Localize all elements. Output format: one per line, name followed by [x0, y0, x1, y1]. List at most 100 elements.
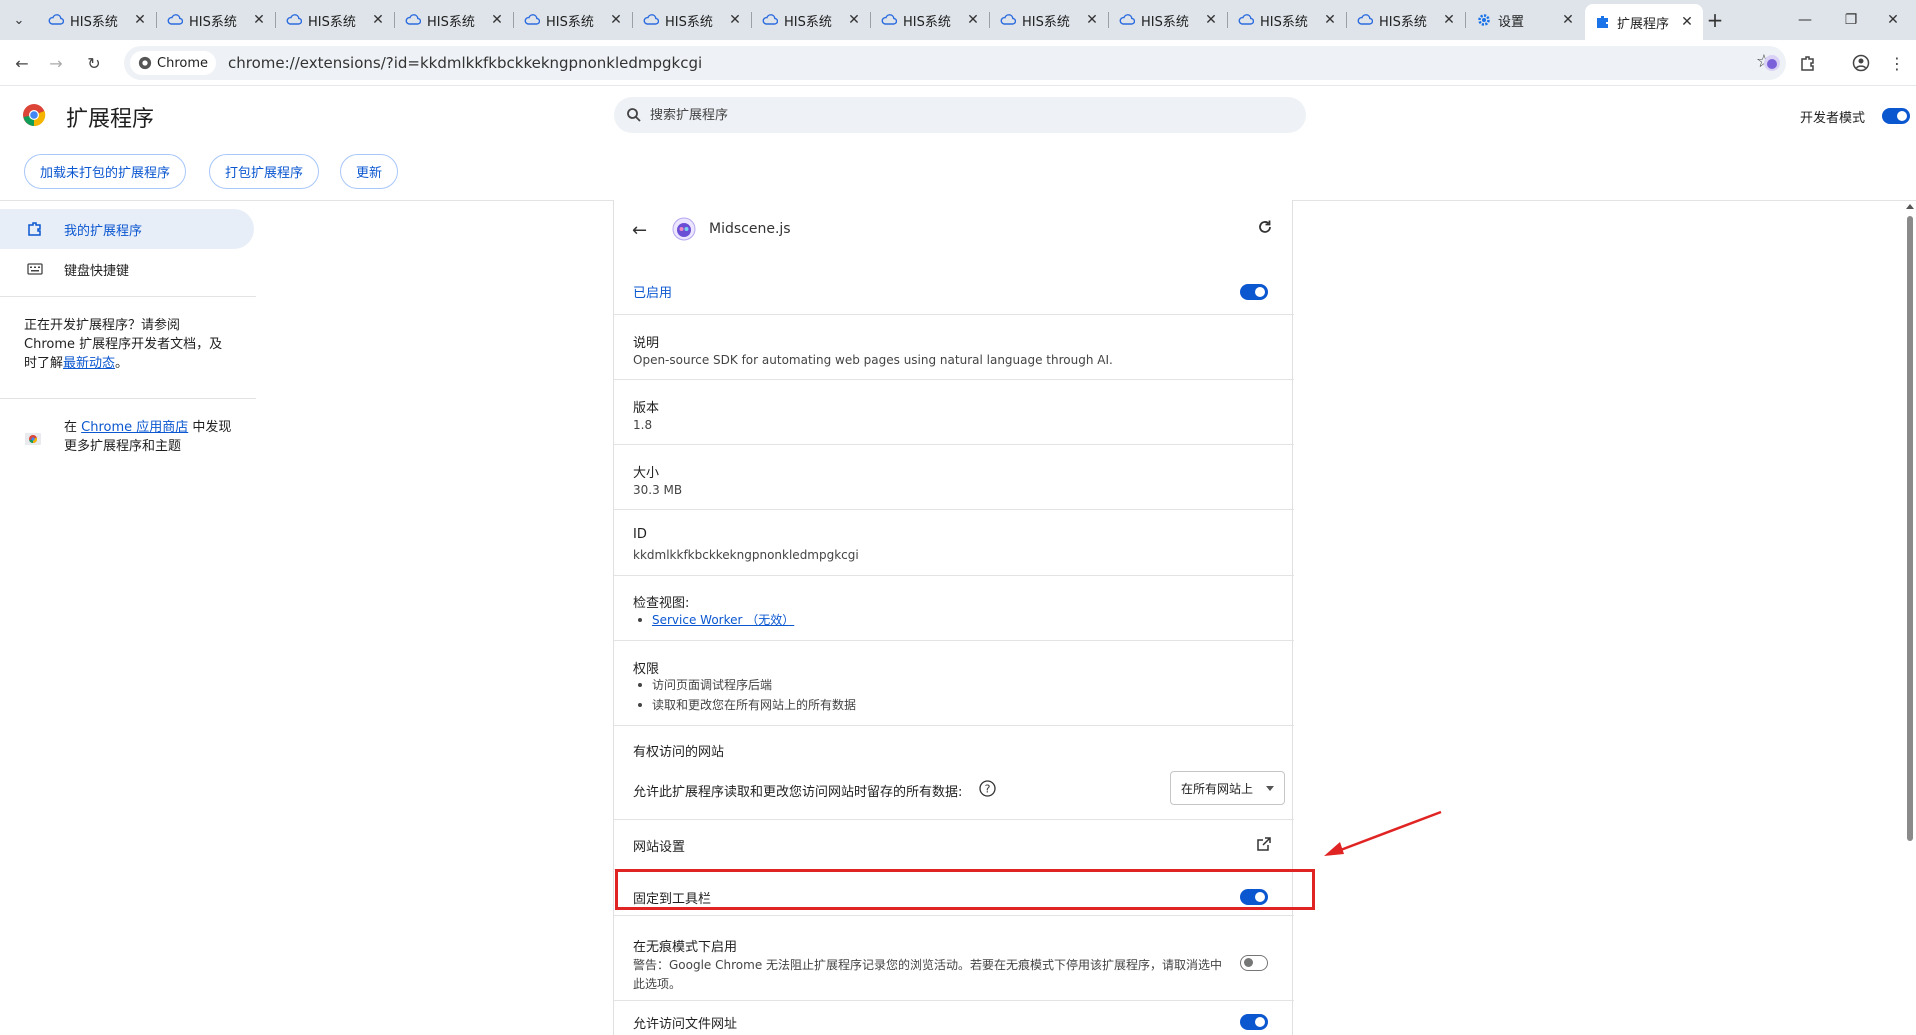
close-icon[interactable]: ✕ — [489, 12, 505, 28]
site-info-chip[interactable]: Chrome — [130, 51, 216, 75]
dev-docs-suffix: 。 — [115, 356, 129, 371]
cloud-icon — [1357, 12, 1373, 28]
site-settings-row[interactable]: 网站设置 — [614, 820, 1294, 870]
close-icon[interactable]: ✕ — [608, 12, 624, 28]
forward-button[interactable]: → — [42, 49, 70, 77]
close-icon[interactable]: ✕ — [727, 12, 743, 28]
close-icon[interactable]: ✕ — [846, 12, 862, 28]
enabled-toggle[interactable] — [1240, 284, 1268, 300]
cloud-icon — [881, 12, 897, 28]
load-unpacked-button[interactable]: 加载未打包的扩展程序 — [24, 154, 187, 189]
permission-item: 读取和更改您在所有网站上的所有数据 — [633, 695, 856, 715]
tab-label: HIS系统 — [1379, 14, 1427, 30]
close-icon[interactable]: ✕ — [132, 12, 148, 28]
tab-label: HIS系统 — [189, 14, 237, 30]
close-icon[interactable]: ✕ — [965, 12, 981, 28]
restore-button[interactable]: ❐ — [1828, 0, 1874, 40]
site-chip-label: Chrome — [157, 55, 208, 71]
tab-5[interactable]: HIS系统 ✕ — [633, 6, 752, 34]
scrollbar-thumb[interactable] — [1907, 216, 1913, 841]
permissions-list: 访问页面调试程序后端 读取和更改您在所有网站上的所有数据 — [633, 675, 856, 715]
chevron-down-icon — [1266, 786, 1274, 791]
sidebar-item-keyboard-shortcuts[interactable]: 键盘快捷键 — [0, 249, 254, 289]
tab-0[interactable]: HIS系统 ✕ — [38, 6, 157, 34]
cloud-icon — [1238, 12, 1254, 28]
tab-12[interactable]: 设置 ✕ — [1466, 6, 1584, 34]
size-label: 大小 — [633, 466, 660, 481]
tab-10[interactable]: HIS系统 ✕ — [1228, 6, 1347, 34]
keyboard-icon — [26, 260, 44, 278]
open-external-icon[interactable] — [1256, 836, 1272, 852]
help-question-icon[interactable]: ? — [979, 780, 996, 797]
service-worker-link[interactable]: Service Worker （无效） — [652, 613, 794, 627]
midscene-logo-icon — [672, 217, 696, 241]
chrome-logo-icon — [23, 104, 46, 127]
web-store-note: 在 Chrome 应用商店 中发现更多扩展程序和主题 — [64, 418, 234, 456]
file-url-toggle[interactable] — [1240, 1014, 1268, 1030]
search-bar[interactable] — [614, 97, 1306, 133]
site-access-label: 有权访问的网站 — [633, 745, 725, 760]
close-icon[interactable]: ✕ — [1322, 12, 1338, 28]
close-icon[interactable]: ✕ — [1560, 12, 1576, 28]
site-access-value: 在所有网站上 — [1181, 781, 1254, 796]
tab-8[interactable]: HIS系统 ✕ — [990, 6, 1109, 34]
page-scrollbar[interactable] — [1904, 200, 1916, 1035]
close-icon[interactable]: ✕ — [370, 12, 386, 28]
url-text[interactable]: chrome://extensions/?id=kkdmlkkfkbckkekn… — [228, 54, 702, 72]
gear-icon — [1476, 12, 1492, 28]
tab-9[interactable]: HIS系统 ✕ — [1109, 6, 1228, 34]
chrome-web-store-link[interactable]: Chrome 应用商店 — [81, 420, 188, 435]
latest-news-link[interactable]: 最新动态 — [63, 356, 115, 371]
tab-4[interactable]: HIS系统 ✕ — [514, 6, 633, 34]
size-value: 30.3 MB — [633, 483, 683, 497]
close-icon[interactable]: ✕ — [1084, 12, 1100, 28]
tab-2[interactable]: HIS系统 ✕ — [276, 6, 395, 34]
tab-6[interactable]: HIS系统 ✕ — [752, 6, 871, 34]
extensions-puzzle-icon[interactable] — [1797, 52, 1819, 74]
back-button[interactable]: ← — [8, 49, 36, 77]
tab-label: HIS系统 — [1260, 14, 1308, 30]
tab-label: HIS系统 — [784, 14, 832, 30]
pack-extension-button[interactable]: 打包扩展程序 — [209, 154, 320, 189]
close-icon[interactable]: ✕ — [1679, 14, 1695, 30]
extension-name: Midscene.js — [709, 221, 791, 237]
scroll-up-arrow-icon[interactable] — [1906, 204, 1914, 209]
tab-1[interactable]: HIS系统 ✕ — [157, 6, 276, 34]
tab-13[interactable]: 扩展程序 ✕ — [1585, 4, 1703, 40]
dev-mode-toggle[interactable] — [1882, 108, 1910, 124]
cloud-icon — [405, 12, 421, 28]
back-arrow-icon[interactable]: ← — [632, 220, 647, 241]
tab-search-chevron-icon[interactable]: ⌄ — [6, 8, 32, 32]
incognito-toggle[interactable] — [1240, 955, 1268, 971]
reload-icon[interactable] — [1256, 218, 1274, 236]
update-button[interactable]: 更新 — [340, 154, 399, 189]
incognito-warning: 警告：Google Chrome 无法阻止扩展程序记录您的浏览活动。若要在无痕模… — [633, 958, 1223, 991]
cloud-icon — [643, 12, 659, 28]
search-input[interactable] — [650, 107, 1250, 123]
cloud-icon — [1000, 12, 1016, 28]
menu-kebab-icon[interactable]: ⋮ — [1886, 52, 1908, 74]
tab-label: 设置 — [1498, 14, 1525, 30]
puzzle-icon — [1595, 14, 1611, 30]
midscene-extension-icon[interactable] — [1761, 52, 1783, 74]
tab-11[interactable]: HIS系统 ✕ — [1347, 6, 1466, 34]
close-window-button[interactable]: ✕ — [1870, 0, 1916, 40]
new-tab-button[interactable]: + — [1702, 8, 1728, 32]
sidebar-item-my-extensions[interactable]: 我的扩展程序 — [0, 209, 254, 249]
tab-7[interactable]: HIS系统 ✕ — [871, 6, 990, 34]
close-icon[interactable]: ✕ — [1203, 12, 1219, 28]
address-bar[interactable]: Chrome chrome://extensions/?id=kkdmlkkfk… — [124, 46, 1786, 80]
site-access-select[interactable]: 在所有网站上 — [1170, 771, 1285, 805]
close-icon[interactable]: ✕ — [1441, 12, 1457, 28]
tab-3[interactable]: HIS系统 ✕ — [395, 6, 514, 34]
cloud-icon — [48, 12, 64, 28]
web-store-icon — [25, 433, 41, 445]
minimize-button[interactable]: — — [1782, 0, 1828, 40]
incognito-label: 在无痕模式下启用 — [633, 940, 738, 955]
close-icon[interactable]: ✕ — [251, 12, 267, 28]
reload-button[interactable]: ↻ — [80, 49, 108, 77]
profile-icon[interactable] — [1850, 52, 1872, 74]
dev-docs-note: 正在开发扩展程序？请参阅 Chrome 扩展程序开发者文档，及时了解最新动态。 — [24, 316, 234, 373]
sidebar-item-label: 我的扩展程序 — [64, 223, 143, 239]
description-row: 说明 Open-source SDK for automating web pa… — [614, 315, 1294, 380]
